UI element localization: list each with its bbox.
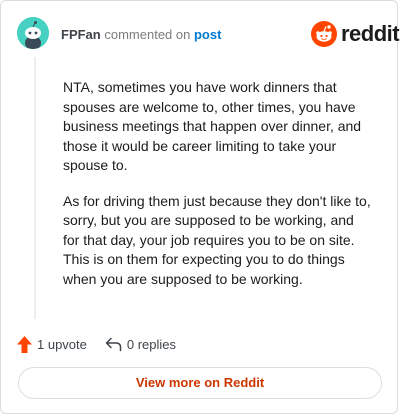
comment-body: NTA, sometimes you have work dinners tha… — [63, 78, 371, 305]
comment-paragraph: NTA, sometimes you have work dinners tha… — [63, 79, 362, 173]
upvote-button[interactable]: 1 upvote — [17, 335, 87, 353]
thread-line — [34, 57, 36, 319]
post-link[interactable]: post — [194, 27, 221, 42]
reddit-wordmark: reddit — [341, 21, 400, 46]
reddit-brand[interactable]: reddit — [311, 21, 400, 47]
comment-paragraph: As for driving them just because they do… — [63, 192, 371, 287]
reply-arrow-icon — [105, 337, 122, 351]
upvote-count: 1 upvote — [37, 336, 87, 352]
reddit-logo-icon — [311, 21, 337, 47]
commented-on-text: commented on — [104, 27, 191, 42]
replies-count: 0 replies — [126, 336, 177, 352]
comment-header: FPFan commented on post — [61, 27, 221, 43]
username[interactable]: FPFan — [61, 27, 101, 42]
user-avatar[interactable] — [17, 17, 49, 49]
view-more-button[interactable]: View more on Reddit — [18, 367, 382, 399]
comment-embed-card: FPFan commented on post reddit NTA, some… — [0, 0, 400, 414]
replies-button[interactable]: 0 replies — [105, 337, 176, 352]
upvote-arrow-icon — [17, 335, 32, 353]
snoo-avatar-icon — [17, 17, 49, 49]
comment-actions: 1 upvote 0 replies — [17, 333, 176, 355]
